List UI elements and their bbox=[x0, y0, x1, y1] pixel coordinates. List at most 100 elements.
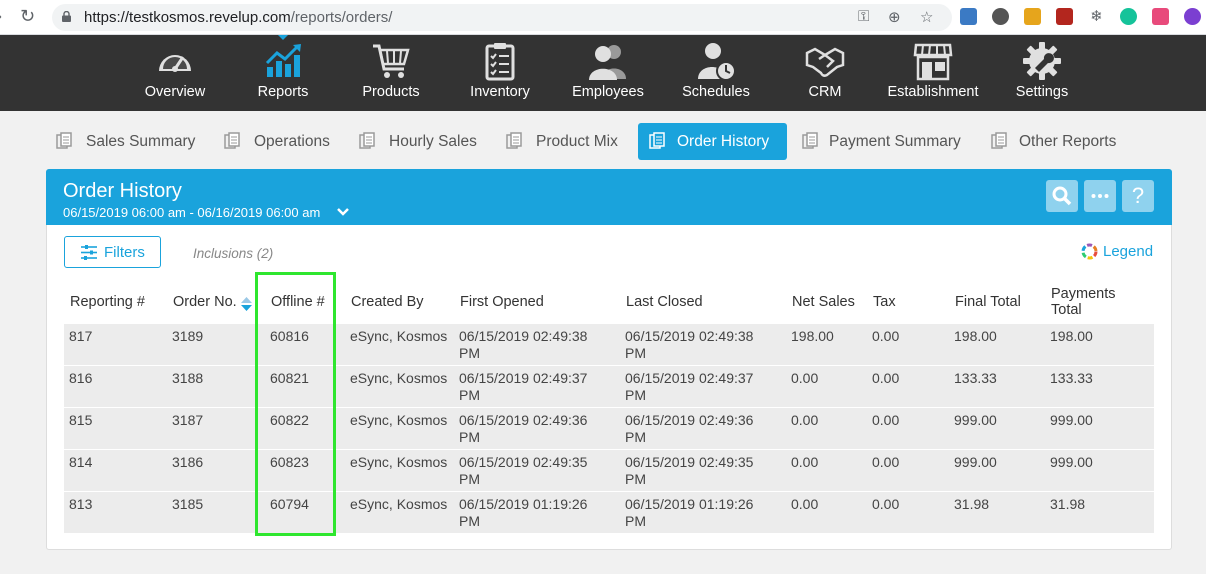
nav-settings[interactable]: Settings bbox=[987, 35, 1097, 111]
help-button[interactable]: ? bbox=[1122, 180, 1154, 212]
sort-icon[interactable] bbox=[241, 297, 252, 311]
cell-last-closed: 06/15/2019 02:49:37 PM bbox=[625, 370, 754, 403]
person-clock-icon bbox=[698, 43, 736, 81]
cell-first-opened: 06/15/2019 02:49:37 PM bbox=[459, 370, 588, 403]
address-bar[interactable]: https://testkosmos.revelup.com/reports/o… bbox=[52, 4, 952, 31]
tab-operations-label: Operations bbox=[254, 133, 330, 150]
cell-tax: 0.00 bbox=[872, 412, 900, 428]
cell-tax: 0.00 bbox=[872, 370, 900, 386]
legend-label: Legend bbox=[1103, 243, 1154, 260]
document-icon bbox=[991, 132, 1007, 149]
table-row[interactable]: 815 3187 60822 eSync, Kosmos 06/15/2019 … bbox=[64, 408, 1154, 450]
zoom-icon[interactable]: ⊕ bbox=[888, 8, 901, 26]
cell-order-no: 3186 bbox=[172, 454, 204, 470]
document-icon bbox=[506, 132, 522, 149]
header-first-opened[interactable]: First Opened bbox=[460, 294, 544, 310]
tab-order-history[interactable]: Order History bbox=[638, 123, 787, 160]
star-icon[interactable]: ☆ bbox=[920, 8, 933, 26]
reload-icon[interactable]: ↻ bbox=[20, 6, 35, 27]
tab-hourly-sales[interactable]: Hourly Sales bbox=[351, 123, 489, 160]
snowflake-extension-icon[interactable]: ❄ bbox=[1088, 8, 1105, 25]
inclusions-link[interactable]: Inclusions (2) bbox=[193, 246, 273, 261]
more-options-button[interactable] bbox=[1084, 180, 1116, 212]
tab-order-history-label: Order History bbox=[677, 133, 770, 150]
cell-created-by: eSync, Kosmos bbox=[350, 496, 448, 512]
python-extension-icon[interactable] bbox=[960, 8, 977, 25]
nav-establishment[interactable]: Establishment bbox=[878, 35, 988, 111]
url-text: https://testkosmos.revelup.com/reports/o… bbox=[84, 9, 392, 26]
acrobat-extension-icon[interactable] bbox=[1056, 8, 1073, 25]
tab-payment-summary[interactable]: Payment Summary bbox=[794, 123, 970, 160]
grammarly-extension-icon[interactable] bbox=[1120, 8, 1137, 25]
cell-tax: 0.00 bbox=[872, 496, 900, 512]
search-button[interactable] bbox=[1046, 180, 1078, 212]
table-row[interactable]: 817 3189 60816 eSync, Kosmos 06/15/2019 … bbox=[64, 324, 1154, 366]
key-icon[interactable]: ⚿ bbox=[858, 8, 869, 25]
report-header: Order History 06/15/2019 06:00 am - 06/1… bbox=[46, 169, 1172, 225]
cell-created-by: eSync, Kosmos bbox=[350, 454, 448, 470]
gear-icon bbox=[1023, 42, 1061, 80]
document-icon bbox=[224, 132, 240, 149]
nav-products[interactable]: Products bbox=[336, 35, 446, 111]
cell-final-total: 31.98 bbox=[954, 496, 990, 512]
cell-first-opened: 06/15/2019 02:49:36 PM bbox=[459, 412, 588, 445]
cell-net-sales: 0.00 bbox=[791, 496, 819, 512]
tab-other-reports[interactable]: Other Reports bbox=[983, 123, 1133, 160]
filters-label: Filters bbox=[104, 244, 145, 261]
table-row[interactable]: 814 3186 60823 eSync, Kosmos 06/15/2019 … bbox=[64, 450, 1154, 492]
cell-net-sales: 0.00 bbox=[791, 454, 819, 470]
document-icon bbox=[649, 132, 665, 149]
nav-reports[interactable]: Reports bbox=[228, 35, 338, 111]
date-range[interactable]: 06/15/2019 06:00 am - 06/16/2019 06:00 a… bbox=[63, 205, 320, 220]
header-last-closed[interactable]: Last Closed bbox=[626, 294, 703, 310]
report-panel: Order History 06/15/2019 06:00 am - 06/1… bbox=[46, 169, 1172, 550]
nav-crm-label: CRM bbox=[808, 84, 842, 100]
nav-overview[interactable]: Overview bbox=[120, 35, 230, 111]
cell-payments-total: 999.00 bbox=[1050, 454, 1093, 470]
pdf-tool-extension-icon[interactable] bbox=[1024, 8, 1041, 25]
nav-inventory[interactable]: Inventory bbox=[445, 35, 555, 111]
handshake-icon bbox=[805, 47, 845, 77]
nav-crm[interactable]: CRM bbox=[770, 35, 880, 111]
cell-payments-total: 133.33 bbox=[1050, 370, 1093, 386]
tab-product-mix-label: Product Mix bbox=[536, 133, 618, 150]
cell-reporting: 814 bbox=[69, 454, 93, 470]
header-reporting[interactable]: Reporting # bbox=[70, 294, 145, 310]
cell-created-by: eSync, Kosmos bbox=[350, 370, 448, 386]
tab-operations[interactable]: Operations bbox=[216, 123, 344, 160]
profile-extension-icon[interactable] bbox=[1184, 8, 1201, 25]
header-order-no[interactable]: Order No. bbox=[173, 294, 237, 310]
nav-schedules[interactable]: Schedules bbox=[661, 35, 771, 111]
table-row[interactable]: 813 3185 60794 eSync, Kosmos 06/15/2019 … bbox=[64, 492, 1154, 534]
cell-last-closed: 06/15/2019 02:49:38 PM bbox=[625, 328, 754, 361]
cell-order-no: 3188 bbox=[172, 370, 204, 386]
nav-employees[interactable]: Employees bbox=[553, 35, 663, 111]
search-icon bbox=[1052, 186, 1072, 206]
nav-inventory-label: Inventory bbox=[470, 84, 530, 100]
header-offline[interactable]: Offline # bbox=[271, 294, 325, 310]
cell-first-opened: 06/15/2019 02:49:38 PM bbox=[459, 328, 588, 361]
header-created-by[interactable]: Created By bbox=[351, 294, 424, 310]
nav-schedules-label: Schedules bbox=[682, 84, 750, 100]
tab-sales-summary[interactable]: Sales Summary bbox=[48, 123, 206, 160]
forward-icon[interactable]: › bbox=[0, 6, 2, 27]
header-tax[interactable]: Tax bbox=[873, 294, 896, 310]
chevron-down-icon[interactable] bbox=[336, 207, 350, 217]
tab-product-mix[interactable]: Product Mix bbox=[498, 123, 630, 160]
header-payments-total[interactable]: Payments Total bbox=[1051, 286, 1131, 318]
ellipsis-icon bbox=[1091, 194, 1109, 198]
cell-last-closed: 06/15/2019 01:19:26 PM bbox=[625, 496, 754, 529]
cell-last-closed: 06/15/2019 02:49:36 PM bbox=[625, 412, 754, 445]
nav-settings-label: Settings bbox=[1015, 84, 1069, 100]
cell-reporting: 815 bbox=[69, 412, 93, 428]
cell-offline: 60816 bbox=[270, 328, 309, 344]
header-net-sales[interactable]: Net Sales bbox=[792, 294, 855, 310]
header-final-total[interactable]: Final Total bbox=[955, 294, 1021, 310]
table-row[interactable]: 816 3188 60821 eSync, Kosmos 06/15/2019 … bbox=[64, 366, 1154, 408]
badge-extension-icon[interactable] bbox=[1152, 8, 1169, 25]
cell-order-no: 3187 bbox=[172, 412, 204, 428]
filters-button[interactable]: Filters bbox=[64, 236, 161, 268]
cell-final-total: 198.00 bbox=[954, 328, 997, 344]
circle-extension-icon[interactable] bbox=[992, 8, 1009, 25]
cell-offline: 60823 bbox=[270, 454, 309, 470]
